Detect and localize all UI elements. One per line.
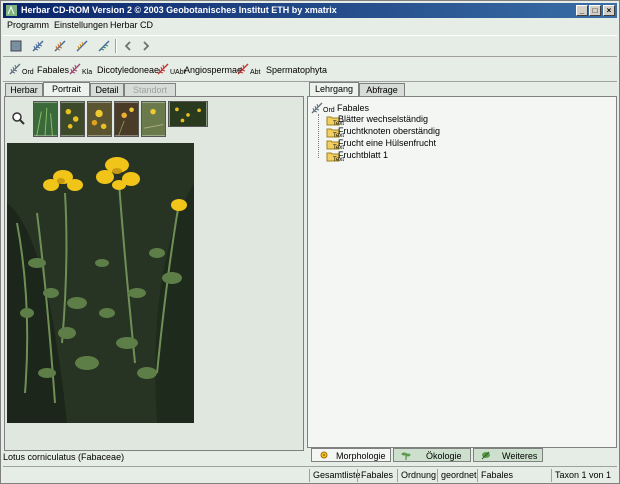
status-bar: Gesamtliste Fabales Ordnung geordnet Fab… (3, 466, 617, 483)
taxon-rank: Abt (250, 69, 261, 76)
lesson-panel: Lehrgang Abfrage Ord Fabales Text Blätte… (307, 82, 617, 463)
maximize-button[interactable]: □ (589, 5, 601, 16)
tree-item[interactable]: Text Fruchtblatt 1 (326, 150, 466, 163)
tab-abfrage[interactable]: Abfrage (359, 83, 405, 96)
tree-root-label: Fabales (337, 103, 370, 113)
thumbnail-2[interactable] (60, 101, 85, 137)
back-arrow-icon[interactable] (121, 39, 135, 53)
thumbnail-1[interactable] (33, 101, 58, 137)
minimize-button[interactable]: _ (576, 5, 588, 16)
tab-herbar[interactable]: Herbar (5, 83, 43, 96)
taxon-name: Dicotyledoneae (97, 65, 160, 75)
toolbar-separator (115, 39, 117, 53)
fern-icon (69, 63, 81, 75)
tree-connector (318, 114, 319, 158)
status-order: Fabales (357, 469, 397, 482)
toolbar (3, 35, 617, 57)
fern-icon (9, 63, 21, 75)
status-list: Gesamtliste (309, 469, 361, 482)
menu-bar: Programm Einstellungen Herbar CD (3, 19, 617, 33)
taxon-name: Angiospermae (184, 65, 243, 75)
app-icon (6, 5, 17, 16)
taxon-ordnung[interactable]: Ord Fabales (9, 63, 71, 79)
tree-item[interactable]: Text Fruchtknoten oberständig (326, 126, 466, 139)
menu-einstellungen[interactable]: Einstellungen (54, 20, 108, 30)
tree-item-label: Frucht eine Hülsenfrucht (338, 138, 437, 148)
tree-item-label: Fruchtblatt 1 (338, 150, 389, 160)
menu-herbar-cd[interactable]: Herbar CD (110, 20, 153, 30)
bottom-tabs: Morphologie Ökologie Weiteres (307, 448, 617, 463)
tree-item[interactable]: Text Blätter wechselständig (326, 114, 466, 127)
image-panel: Herbar Portrait Detail Standort (4, 82, 304, 451)
fern-icon-4[interactable] (97, 39, 111, 53)
portrait-view (4, 96, 304, 451)
taxon-rank: Kla (82, 69, 93, 76)
magnifier-icon[interactable] (11, 111, 25, 125)
title-bar[interactable]: Herbar CD-ROM Version 2 © 2003 Geobotani… (3, 3, 617, 18)
status-sort-mode: geordnet (437, 469, 477, 482)
window-title: Herbar CD-ROM Version 2 © 2003 Geobotani… (21, 5, 337, 15)
tab-portrait[interactable]: Portrait (43, 82, 90, 97)
tab-label: Ökologie (426, 451, 462, 461)
plant-photo (7, 143, 194, 423)
fern-icon-2[interactable] (53, 39, 67, 53)
forward-arrow-icon[interactable] (139, 39, 153, 53)
taxon-rank: Ord (22, 69, 34, 76)
thumbnail-5[interactable] (141, 101, 166, 137)
tree-root-rank: Ord (323, 107, 335, 114)
tree-root-node[interactable]: Ord Fabales (311, 102, 391, 114)
taxon-abteilung[interactable]: Abt Spermatophyta (237, 63, 327, 79)
taxon-klasse[interactable]: Kla Dicotyledoneae (69, 63, 159, 79)
tab-oekologie[interactable]: Ökologie (393, 448, 471, 462)
thumbnail-6[interactable] (168, 101, 208, 127)
taxon-name: Fabales (37, 65, 70, 75)
tab-lehrgang[interactable]: Lehrgang (309, 82, 359, 97)
tree-item-label: Blätter wechselständig (338, 114, 429, 124)
tab-standort: Standort (124, 83, 176, 96)
taxonomy-path: Ord Fabales Kla Dicotyledoneae UAbt Angi… (3, 59, 617, 82)
tab-detail[interactable]: Detail (90, 83, 124, 96)
flower-icon (320, 451, 328, 459)
status-position: Taxon 1 von 1 (551, 469, 617, 482)
fern-icon (237, 63, 249, 75)
lesson-tree: Ord Fabales Text Blätter wechselständig … (307, 96, 617, 448)
tree-item-label: Fruchtknoten oberständig (338, 126, 441, 136)
leaf-icon (481, 451, 490, 460)
tab-weiteres[interactable]: Weiteres (473, 448, 543, 462)
fern-icon-1[interactable] (31, 39, 45, 53)
species-caption: Lotus corniculatus (Fabaceae) (3, 452, 125, 462)
taxon-name: Spermatophyta (266, 65, 328, 75)
taxon-unterabteilung[interactable]: UAbt Angiospermae (157, 63, 243, 79)
thumbnail-4[interactable] (114, 101, 139, 137)
plant-icon (401, 452, 411, 460)
thumbnail-3[interactable] (87, 101, 112, 137)
close-button[interactable]: × (603, 5, 615, 16)
book-icon[interactable] (9, 39, 23, 53)
tab-morphologie[interactable]: Morphologie (311, 448, 391, 462)
fern-icon-3[interactable] (75, 39, 89, 53)
fern-icon (157, 63, 169, 75)
status-sort-key: Ordnung (397, 469, 437, 482)
menu-programm[interactable]: Programm (7, 20, 49, 30)
tab-label: Morphologie (336, 451, 386, 461)
tree-item[interactable]: Text Frucht eine Hülsenfrucht (326, 138, 466, 151)
status-group: Fabales (477, 469, 551, 482)
application-window: Herbar CD-ROM Version 2 © 2003 Geobotani… (0, 0, 620, 484)
tab-label: Weiteres (502, 451, 538, 461)
